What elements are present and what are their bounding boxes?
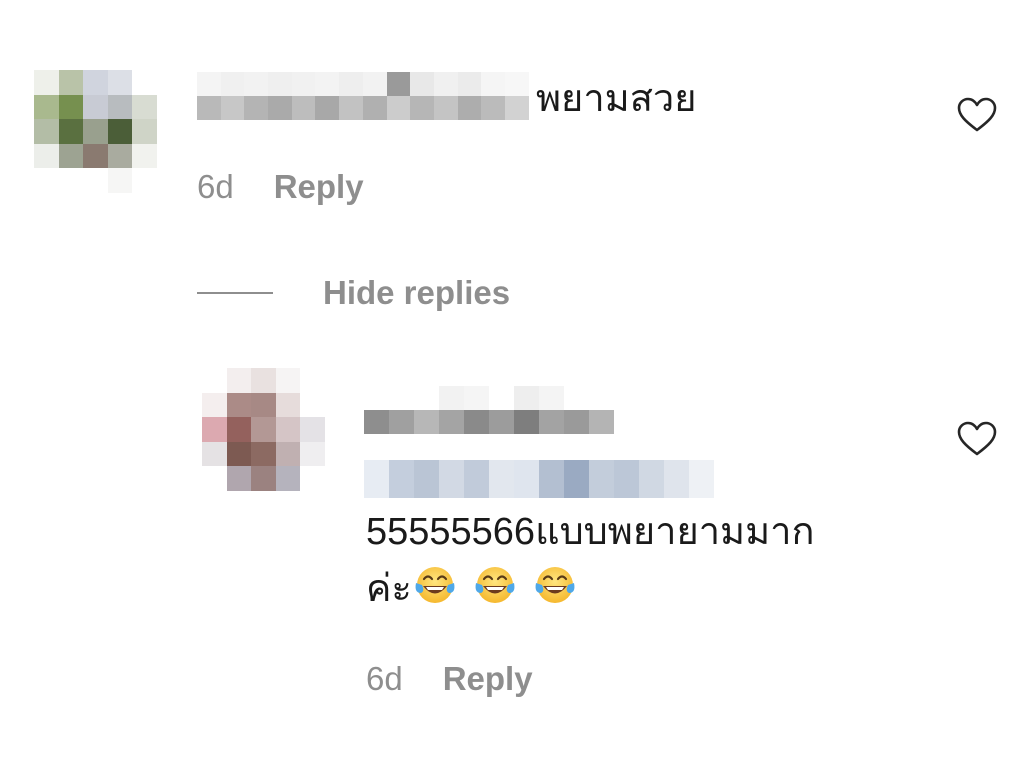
- username-blurred[interactable]: [197, 72, 529, 120]
- reply-meta: 6d Reply: [366, 660, 533, 698]
- heart-outline-icon[interactable]: [957, 97, 997, 133]
- reply-button[interactable]: Reply: [443, 660, 533, 698]
- heart-outline-icon[interactable]: [957, 421, 997, 457]
- reply-text-line-2-text: ค่ะ: [366, 568, 412, 610]
- hide-replies-button[interactable]: Hide replies: [197, 274, 510, 312]
- reply-button[interactable]: Reply: [274, 168, 364, 206]
- tears-of-joy-emoji-icon: [415, 567, 455, 603]
- tears-of-joy-emoji-icon: [535, 567, 575, 603]
- comment-thread: พยามสวย 6d Reply Hide replies 55555566แบ…: [0, 0, 1024, 775]
- user-subtitle-blurred: [364, 460, 739, 498]
- reply-text-line-2: ค่ะ: [366, 563, 592, 612]
- timestamp: 6d: [197, 168, 234, 205]
- timestamp: 6d: [366, 660, 403, 697]
- tears-of-joy-emoji-icon: [475, 567, 515, 603]
- hide-replies-label: Hide replies: [323, 274, 511, 311]
- username-blurred[interactable]: [364, 386, 614, 434]
- avatar[interactable]: [202, 368, 325, 491]
- reply-text-line-1: 55555566แบบพยายามมาก: [366, 511, 815, 553]
- avatar[interactable]: [34, 70, 157, 193]
- comment-meta: 6d Reply: [197, 168, 364, 206]
- emoji-row: [412, 567, 592, 610]
- comment-text: พยามสวย: [536, 78, 697, 120]
- thread-divider-line: [197, 292, 273, 294]
